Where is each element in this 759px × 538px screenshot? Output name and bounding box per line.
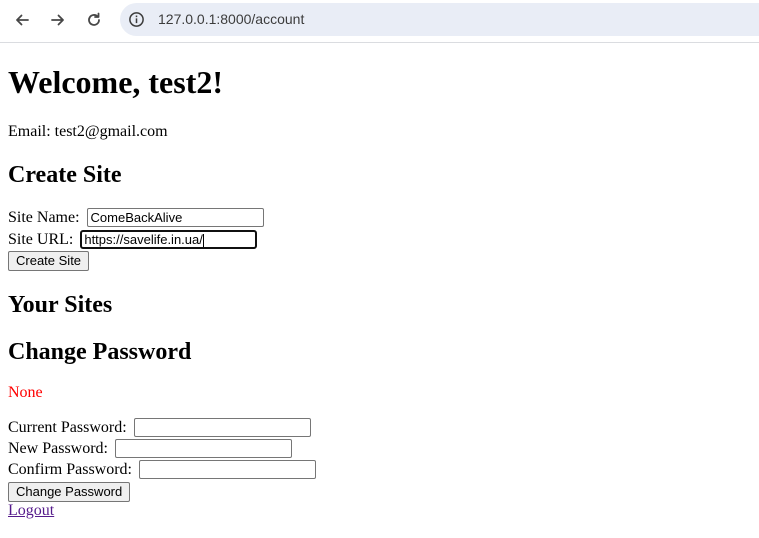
confirm-password-input[interactable]: [139, 460, 316, 479]
site-url-input[interactable]: https://savelife.in.ua/: [80, 230, 258, 249]
create-site-button-wrap: Create Site: [8, 251, 90, 271]
email-line: Email: test2@gmail.com: [8, 123, 168, 141]
current-password-label: Current Password:: [8, 418, 127, 436]
error-message: None: [8, 384, 43, 401]
site-name-label: Site Name:: [8, 208, 80, 226]
new-password-input[interactable]: [115, 439, 292, 458]
site-url-label: Site URL:: [8, 230, 74, 248]
change-password-button[interactable]: Change Password: [8, 482, 131, 502]
site-name-row: Site Name: ComeBackAlive: [8, 208, 264, 227]
arrow-right-icon: [51, 14, 64, 26]
reload-icon: [88, 12, 100, 26]
confirm-password-label: Confirm Password:: [8, 460, 132, 478]
address-bar[interactable]: 127.0.0.1:8000/account: [120, 3, 759, 36]
new-password-row: New Password:: [8, 439, 292, 458]
current-password-row: Current Password:: [8, 418, 311, 437]
welcome-heading: Welcome, test2!: [8, 64, 224, 100]
email-label: Email:: [8, 123, 51, 140]
back-button[interactable]: [8, 6, 36, 34]
site-info-icon[interactable]: [128, 11, 145, 28]
current-password-input[interactable]: [133, 418, 311, 437]
browser-toolbar: 127.0.0.1:8000/account: [0, 0, 759, 43]
email-value: test2@gmail.com: [54, 123, 168, 140]
change-password-heading: Change Password: [8, 339, 192, 365]
site-url-value: https://savelife.in.ua/: [84, 232, 203, 247]
confirm-password-row: Confirm Password:: [8, 460, 316, 479]
site-url-row: Site URL: https://savelife.in.ua/: [8, 230, 258, 249]
forward-button[interactable]: [44, 6, 72, 34]
site-name-value: ComeBackAlive: [90, 210, 183, 225]
create-site-button[interactable]: Create Site: [8, 251, 90, 271]
arrow-left-icon: [16, 14, 29, 26]
text-caret: [202, 234, 204, 247]
url-text[interactable]: 127.0.0.1:8000/account: [158, 10, 304, 28]
new-password-label: New Password:: [8, 439, 108, 457]
site-name-input[interactable]: ComeBackAlive: [86, 208, 264, 227]
create-site-heading: Create Site: [8, 162, 122, 188]
change-password-button-wrap: Change Password: [8, 482, 131, 502]
your-sites-heading: Your Sites: [8, 292, 113, 318]
logout-link[interactable]: Logout: [8, 502, 54, 520]
reload-button[interactable]: [80, 6, 108, 34]
